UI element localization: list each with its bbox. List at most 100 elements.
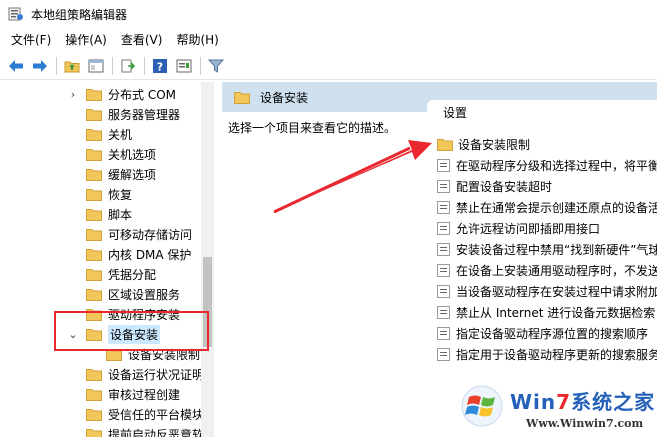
tree-item-label: 审核过程创建 xyxy=(108,387,181,402)
list-item-label: 设备安装限制 xyxy=(458,137,531,152)
folder-icon xyxy=(86,268,102,281)
list-item-label: 在设备上安装通用驱动程序时，不发送 xyxy=(456,263,657,278)
settings-column-header[interactable]: 设置 xyxy=(427,100,657,124)
tree-item-removable-storage[interactable]: 可移动存储访问 xyxy=(86,224,192,244)
toolbar-separator xyxy=(112,56,113,75)
details-header-title: 设备安装 xyxy=(260,90,309,105)
list-item-setting[interactable]: 当设备驱动程序在安装过程中请求附加 xyxy=(437,281,657,301)
menu-action[interactable]: 操作(A) xyxy=(58,28,114,52)
policy-setting-icon xyxy=(437,263,450,277)
help-icon[interactable]: ? xyxy=(150,56,170,76)
up-folder-icon[interactable] xyxy=(62,56,82,76)
tree-item-label: 提前启动反恶意软 xyxy=(108,427,205,437)
folder-icon xyxy=(86,128,102,141)
list-item-label: 配置设备安装超时 xyxy=(456,179,553,194)
folder-icon xyxy=(86,228,102,241)
tree-item-trusted-platform-module[interactable]: 受信任的平台模块 xyxy=(86,404,204,424)
tree-item-label: 凭据分配 xyxy=(108,267,157,282)
folder-icon xyxy=(86,388,102,401)
list-item-setting[interactable]: 配置设备安装超时 xyxy=(437,176,657,196)
tree-item-server-manager[interactable]: 服务器管理器 xyxy=(86,104,180,124)
tree-item-label: 关机 xyxy=(108,127,133,142)
tree-item-scripts[interactable]: 脚本 xyxy=(86,204,132,224)
list-item-label: 在驱动程序分级和选择过程中，将平衡 xyxy=(456,158,657,173)
tree-item-distributed-com[interactable]: › 分布式 COM xyxy=(66,84,176,104)
list-item-setting[interactable]: 禁止从 Internet 进行设备元数据检索 xyxy=(437,302,657,322)
tree-item-mitigation-options[interactable]: 缓解选项 xyxy=(86,164,156,184)
windows-logo-icon xyxy=(461,385,503,427)
toolbar-separator xyxy=(200,56,201,75)
list-item-label: 允许远程访问即插即用接口 xyxy=(456,221,601,236)
list-item-setting[interactable]: 允许远程访问即插即用接口 xyxy=(437,218,657,238)
list-item-device-installation-restrictions[interactable]: 设备安装限制 xyxy=(437,134,657,154)
tree-item-locale-services[interactable]: 区域设置服务 xyxy=(86,284,180,304)
policy-setting-icon xyxy=(437,179,450,193)
tree-item-label: 区域设置服务 xyxy=(108,287,181,302)
toolbar-separator xyxy=(144,56,145,75)
tree-item-label: 设备运行状况证明 xyxy=(108,367,205,382)
menu-bar: 文件(F) 操作(A) 查看(V) 帮助(H) xyxy=(0,28,657,52)
folder-icon xyxy=(86,408,102,421)
folder-icon xyxy=(86,288,102,301)
forward-arrow-icon[interactable] xyxy=(30,56,50,76)
description-text: 选择一个项目来查看它的描述。 xyxy=(228,121,397,135)
watermark-brand: Win7系统之家 xyxy=(510,390,656,414)
menu-help[interactable]: 帮助(H) xyxy=(169,28,225,52)
tree-item-shutdown-options[interactable]: 关机选项 xyxy=(86,144,156,164)
toolbar-separator xyxy=(56,56,57,75)
back-arrow-icon[interactable] xyxy=(6,56,26,76)
svg-text:?: ? xyxy=(157,60,163,73)
list-item-setting[interactable]: 禁止在通常会提示创建还原点的设备活 xyxy=(437,197,657,217)
list-item-setting[interactable]: 在驱动程序分级和选择过程中，将平衡 xyxy=(437,155,657,175)
policy-setting-icon xyxy=(437,221,450,235)
tree-scrollbar[interactable] xyxy=(201,82,214,437)
list-item-label: 指定设备驱动程序源位置的搜索顺序 xyxy=(456,326,649,341)
folder-icon xyxy=(86,88,102,101)
tree-item-label: 缓解选项 xyxy=(108,167,157,182)
folder-icon xyxy=(86,248,102,261)
menu-view[interactable]: 查看(V) xyxy=(114,28,170,52)
properties-icon[interactable] xyxy=(174,56,194,76)
window-title: 本地组策略编辑器 xyxy=(31,7,128,22)
tree-item-early-launch-antimalware[interactable]: 提前启动反恶意软 xyxy=(86,424,204,437)
folder-icon xyxy=(86,208,102,221)
policy-setting-icon xyxy=(437,200,450,214)
tree-pane[interactable]: › 分布式 COM 服务器管理器 关机 关机选项 缓解选项 恢复 脚本 可移动存… xyxy=(0,82,214,437)
list-item-label: 禁止在通常会提示创建还原点的设备活 xyxy=(456,200,657,215)
tree-item-label: 服务器管理器 xyxy=(108,107,181,122)
watermark: Win7系统之家 Www.Winwin7.com xyxy=(460,380,657,437)
group-policy-app-icon xyxy=(8,6,24,22)
tree-item-label: 内核 DMA 保护 xyxy=(108,247,192,262)
toolbar: ? xyxy=(0,52,657,80)
folder-icon xyxy=(86,168,102,181)
tree-item-audit-process-creation[interactable]: 审核过程创建 xyxy=(86,384,180,404)
export-list-icon[interactable] xyxy=(118,56,138,76)
tree-item-kernel-dma[interactable]: 内核 DMA 保护 xyxy=(86,244,191,264)
list-item-setting[interactable]: 安装设备过程中禁用“找到新硬件”气球 xyxy=(437,239,657,259)
list-item-setting[interactable]: 指定用于设备驱动程序更新的搜索服务 xyxy=(437,344,657,364)
tree-item-device-health-attestation[interactable]: 设备运行状况证明 xyxy=(86,364,204,384)
tree-item-shutdown[interactable]: 关机 xyxy=(86,124,132,144)
folder-icon xyxy=(86,188,102,201)
title-bar: 本地组策略编辑器 xyxy=(0,0,657,28)
folder-icon xyxy=(86,108,102,121)
list-item-label: 禁止从 Internet 进行设备元数据检索 xyxy=(456,305,656,320)
list-item-setting[interactable]: 指定设备驱动程序源位置的搜索顺序 xyxy=(437,323,657,343)
list-item-label: 指定用于设备驱动程序更新的搜索服务 xyxy=(456,347,657,362)
folder-icon xyxy=(234,91,250,104)
policy-setting-icon xyxy=(437,242,450,256)
list-item-label: 当设备驱动程序在安装过程中请求附加 xyxy=(456,284,657,299)
policy-setting-icon xyxy=(437,326,450,340)
show-hide-tree-icon[interactable] xyxy=(86,56,106,76)
menu-file[interactable]: 文件(F) xyxy=(4,28,58,52)
tree-item-label: 受信任的平台模块 xyxy=(108,407,205,422)
tree-item-credentials-delegation[interactable]: 凭据分配 xyxy=(86,264,156,284)
list-item-setting[interactable]: 在设备上安装通用驱动程序时，不发送 xyxy=(437,260,657,280)
filter-icon[interactable] xyxy=(206,56,226,76)
chevron-right-icon[interactable]: › xyxy=(66,87,80,101)
tree-item-recovery[interactable]: 恢复 xyxy=(86,184,132,204)
watermark-url: Www.Winwin7.com xyxy=(526,417,644,430)
tree-item-label: 分布式 COM xyxy=(108,87,176,102)
folder-icon xyxy=(437,138,453,151)
policy-setting-icon xyxy=(437,305,450,319)
